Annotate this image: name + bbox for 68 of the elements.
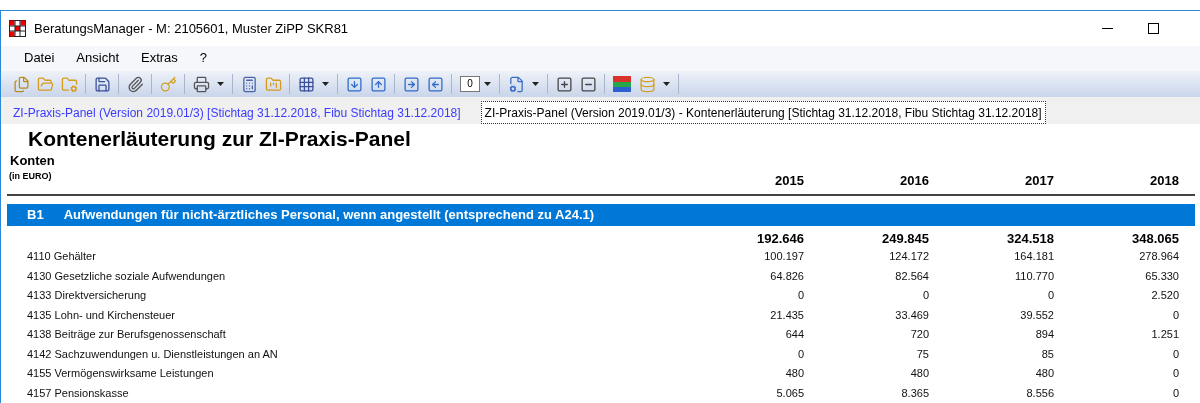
- table-cell-text: 278.964: [1138, 249, 1180, 265]
- app-logo-icon: [9, 19, 26, 37]
- table-cell-text: 720: [909, 327, 930, 343]
- account-name: 4155 Vermögenswirksame Leistungen: [26, 366, 215, 382]
- color-palette-icon[interactable]: [613, 76, 631, 93]
- table-cell-text: 82.564: [894, 269, 930, 284]
- column-header: 2017: [1024, 172, 1055, 191]
- caret-icon[interactable]: [322, 82, 329, 87]
- account-name: 4110 Gehälter: [26, 249, 97, 265]
- table-cell-text: 0: [1171, 347, 1180, 362]
- table-cell-text: 110.770: [1014, 269, 1055, 284]
- table-cell-text: 0: [921, 288, 930, 304]
- document-tab[interactable]: ZI-Praxis-Panel (Version 2019.01/3) - Kontenerläuterung [Stichtag 31.12.2018, Fibu Stichtag 31.12.2018]: [480, 101, 1046, 125]
- caret-icon[interactable]: [532, 82, 539, 87]
- caret-icon[interactable]: [663, 82, 670, 87]
- column-header: 2018: [1149, 172, 1180, 191]
- column-header: Konten: [10, 152, 56, 171]
- report-title: Kontenerläuterung zur ZI-Praxis-Panel: [28, 126, 412, 153]
- account-name: 4130 Gesetzliche soziale Aufwendungen: [26, 269, 227, 284]
- account-name: 4138 Beiträge zur Berufsgenossenschaft: [26, 327, 227, 343]
- total-cell-text: 348.065: [1131, 230, 1180, 247]
- account-name: 4135 Lohn- und Kirchensteuer: [26, 308, 176, 323]
- account-name: 4133 Direktversicherung: [26, 288, 148, 304]
- account-name: 4157 Pensionskasse: [26, 386, 130, 401]
- table-cell-text: 5.065: [775, 386, 805, 401]
- table-cell-text: 480: [1034, 366, 1055, 382]
- menu-item[interactable]: ?: [188, 48, 219, 68]
- section-title: Aufwendungen für nicht-ärztliches Personal, wenn angestellt (entsprechend zu A24.1): [63, 206, 595, 225]
- document-tab[interactable]: ZI-Praxis-Panel (Version 2019.01/3) [Stichtag 31.12.2018, Fibu Stichtag 31.12.2018]: [5, 101, 469, 125]
- table-cell-text: 65.330: [1144, 269, 1180, 284]
- table-cell-text: 75: [915, 347, 930, 362]
- column-header: 2016: [899, 172, 930, 191]
- menu-item[interactable]: Ansicht: [65, 48, 130, 68]
- table-cell-text: 85: [1040, 347, 1055, 362]
- total-cell-text: 249.845: [881, 230, 930, 247]
- table-cell-text: 124.172: [888, 249, 930, 265]
- section-code: B1: [27, 206, 44, 225]
- table-cell-text: 0: [1171, 386, 1180, 401]
- table-cell-text: 1.251: [1150, 327, 1180, 343]
- total-cell-text: 192.646: [756, 230, 805, 247]
- column-header: 2015: [774, 172, 805, 191]
- menu-item[interactable]: Datei: [13, 48, 66, 68]
- table-cell-text: 8.365: [900, 386, 930, 401]
- total-cell-text: 324.518: [1006, 230, 1055, 247]
- zoom-box[interactable]: 0: [460, 76, 480, 93]
- table-cell-text: 8.556: [1025, 386, 1055, 401]
- table-cell-text: 480: [909, 366, 930, 382]
- table-cell-text: 0: [1046, 288, 1055, 304]
- table-cell-text: 64.826: [769, 269, 805, 284]
- table-cell-text: 0: [796, 347, 805, 362]
- unit-label: (in EURO): [9, 170, 53, 184]
- table-cell-text: 0: [796, 288, 805, 304]
- table-cell-text: 33.469: [894, 308, 930, 323]
- table-cell-text: 164.181: [1013, 249, 1055, 265]
- account-name: 4142 Sachzuwendungen u. Dienstleistungen an AN: [26, 347, 279, 362]
- table-cell-text: 480: [784, 366, 805, 382]
- table-cell-text: 39.552: [1019, 308, 1055, 323]
- table-cell-text: 21.435: [769, 308, 805, 323]
- window-title: BeratungsManager - M: 2105601, Muster ZiPP SKR81: [34, 19, 349, 38]
- caret-icon[interactable]: [484, 82, 491, 87]
- table-cell-text: 2.520: [1150, 288, 1180, 304]
- table-cell-text: 0: [1171, 308, 1180, 323]
- table-cell-text: 0: [1171, 366, 1180, 382]
- menu-item[interactable]: Extras: [130, 48, 189, 68]
- caret-icon[interactable]: [217, 82, 224, 87]
- table-cell-text: 644: [784, 327, 805, 343]
- table-cell-text: 100.197: [763, 249, 805, 265]
- table-cell-text: 894: [1034, 327, 1055, 343]
